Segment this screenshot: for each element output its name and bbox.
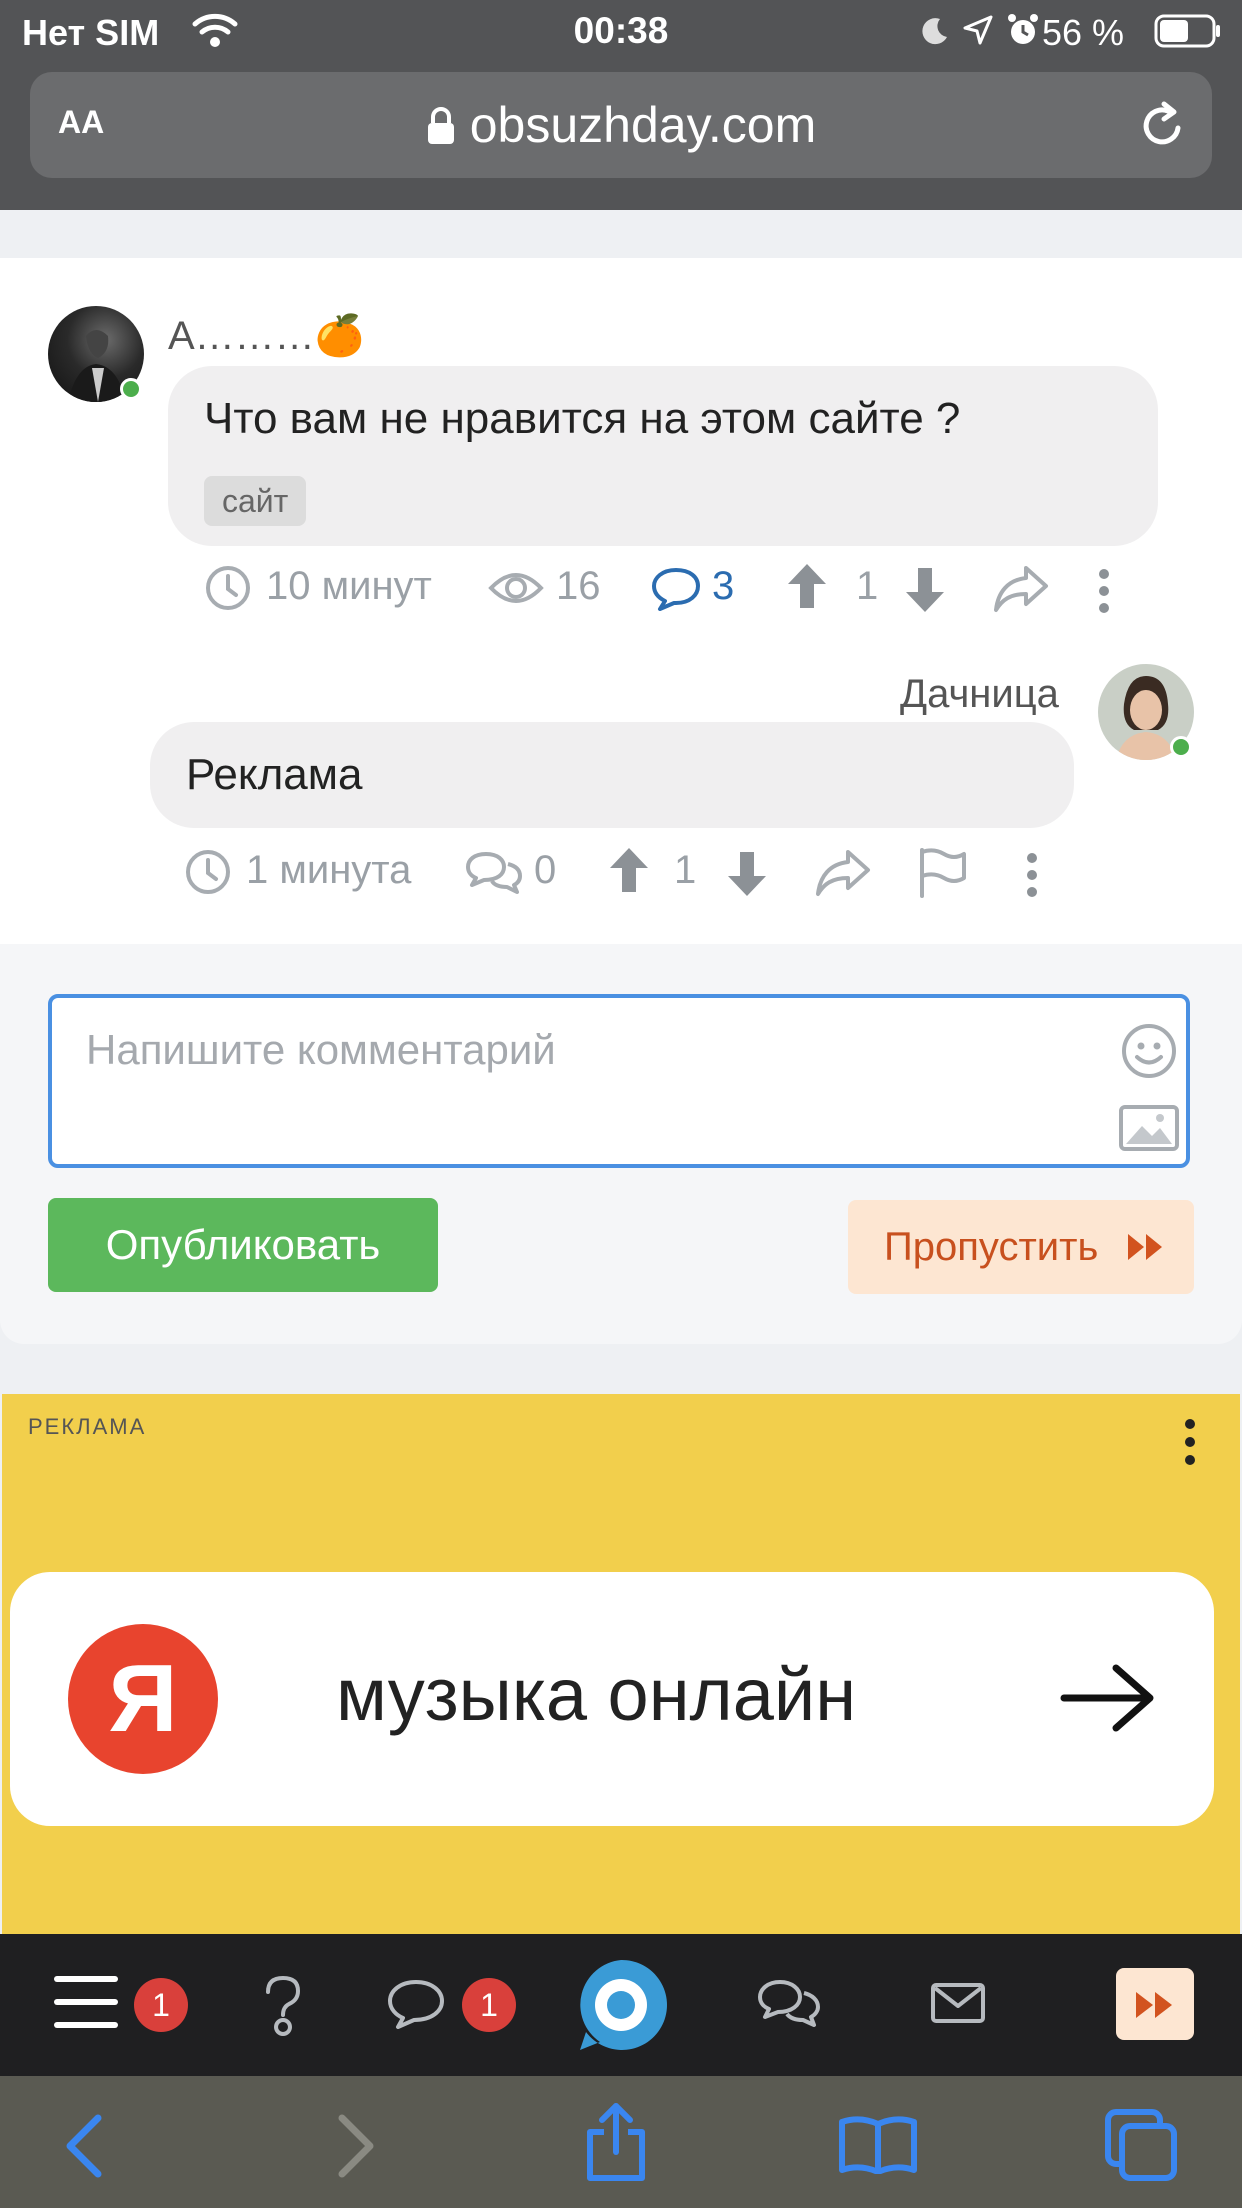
- battery-icon: [1154, 14, 1222, 48]
- browser-toolbar: [0, 2076, 1242, 2208]
- reply-clock-icon: [184, 848, 232, 896]
- reload-icon[interactable]: [1138, 100, 1188, 150]
- ad-banner[interactable]: Я музыка онлайн: [10, 1572, 1214, 1826]
- yandex-logo-icon: Я: [68, 1624, 218, 1774]
- back-icon[interactable]: [62, 2114, 106, 2178]
- report-flag-icon[interactable]: [916, 846, 968, 898]
- downvote-icon[interactable]: [904, 566, 946, 614]
- bookmarks-icon[interactable]: [838, 2114, 918, 2174]
- eye-icon: [488, 566, 544, 610]
- reply-bubble[interactable]: Реклама: [150, 722, 1074, 828]
- ad-text: музыка онлайн: [336, 1653, 857, 1736]
- question-icon[interactable]: [258, 1974, 308, 2036]
- skip-label: Пропустить: [884, 1225, 1099, 1269]
- question-bubble[interactable]: Что вам не нравится на этом сайте ? сайт: [168, 366, 1158, 546]
- comments-nav-icon[interactable]: [386, 1978, 446, 2030]
- app-bottom-nav: 1 1: [0, 1934, 1242, 2076]
- comment-input[interactable]: Напишите комментарий: [48, 994, 1190, 1168]
- question-text: Что вам не нравится на этом сайте ?: [204, 394, 961, 443]
- mail-icon[interactable]: [930, 1982, 986, 2024]
- view-count: 16: [556, 564, 601, 608]
- publish-button[interactable]: Опубликовать: [48, 1198, 438, 1292]
- moon-icon: [920, 16, 950, 46]
- reply-time: 1 минута: [246, 848, 412, 892]
- ad-logo-letter: Я: [108, 1645, 178, 1752]
- tag-label: сайт: [222, 483, 289, 519]
- url-address[interactable]: obsuzhday.com: [30, 96, 1212, 154]
- arrow-right-icon: [1060, 1662, 1156, 1734]
- ad-label: РЕКЛАМА: [28, 1414, 147, 1439]
- reply-author-name[interactable]: Дачница: [900, 672, 1059, 717]
- comment-placeholder: Напишите комментарий: [86, 1026, 556, 1073]
- url-bar[interactable]: AA obsuzhday.com: [30, 72, 1212, 178]
- alarm-icon: [1006, 12, 1040, 48]
- vote-count: 1: [856, 564, 879, 608]
- battery-percent: 56 %: [1041, 12, 1124, 53]
- ad-block[interactable]: РЕКЛАМА Я музыка онлайн: [2, 1394, 1240, 1934]
- menu-icon[interactable]: [54, 1974, 118, 2030]
- menu-badge: 1: [134, 1978, 188, 2032]
- tag-chip[interactable]: сайт: [204, 476, 307, 526]
- upvote-icon[interactable]: [786, 562, 828, 610]
- more-icon[interactable]: [1094, 568, 1114, 614]
- share-icon[interactable]: [992, 564, 1050, 614]
- image-upload-icon[interactable]: [1118, 1104, 1180, 1152]
- forward-icon[interactable]: [334, 2114, 378, 2178]
- reply-text: Реклама: [186, 750, 363, 799]
- reply-more-icon[interactable]: [1022, 852, 1042, 898]
- share-sheet-icon[interactable]: [584, 2102, 648, 2182]
- clock-icon: [204, 564, 252, 612]
- comment-bubble-icon: [650, 566, 702, 612]
- online-indicator: [120, 378, 142, 400]
- reply-share-icon[interactable]: [814, 848, 872, 898]
- skip-nav-icon: [1134, 1990, 1176, 2020]
- reply-comment-count: 0: [534, 848, 557, 892]
- discussions-icon[interactable]: [756, 1978, 822, 2030]
- tabs-icon[interactable]: [1104, 2108, 1178, 2182]
- browser-top-bar: Нет SIM 00:38 56 % AA obsuzhday.com: [0, 0, 1242, 210]
- emoji-icon[interactable]: [1120, 1022, 1178, 1080]
- comments-badge: 1: [462, 1978, 516, 2032]
- reply-online-indicator: [1170, 736, 1192, 758]
- comment-count: 3: [712, 564, 735, 608]
- lock-icon: [426, 106, 456, 146]
- reply-upvote-icon[interactable]: [608, 846, 650, 894]
- author-name[interactable]: А………🍊: [168, 312, 364, 359]
- post-card: А………🍊 Что вам не нравится на этом сайте …: [0, 258, 1242, 944]
- reply-vote-count: 1: [674, 848, 697, 892]
- reply-downvote-icon[interactable]: [726, 850, 768, 898]
- logo-home-icon[interactable]: [572, 1956, 670, 2054]
- url-text: obsuzhday.com: [469, 97, 817, 153]
- skip-button[interactable]: Пропустить: [848, 1200, 1194, 1294]
- reply-comments-icon[interactable]: [464, 850, 524, 896]
- location-icon: [962, 14, 994, 46]
- fast-forward-icon: [1126, 1232, 1166, 1262]
- skip-nav-button[interactable]: [1116, 1968, 1194, 2040]
- ad-more-icon[interactable]: [1182, 1418, 1198, 1466]
- post-time: 10 минут: [266, 564, 432, 608]
